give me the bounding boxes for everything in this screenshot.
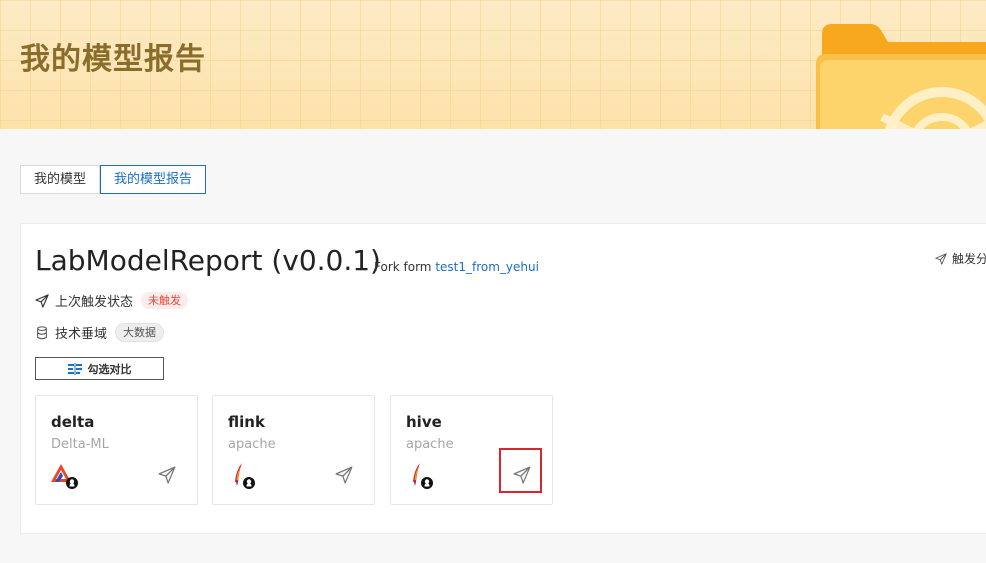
header-banner: 我的模型报告	[0, 0, 986, 129]
send-icon[interactable]	[158, 466, 176, 484]
last-trigger-row: 上次触发状态 未触发	[35, 291, 189, 310]
fork-prefix: Fork form	[374, 260, 432, 274]
send-icon[interactable]	[335, 466, 353, 484]
compare-button[interactable]: 勾选对比	[35, 357, 164, 380]
delta-github-logo-icon	[51, 464, 78, 489]
highlight-box	[499, 448, 542, 493]
trigger-label: 触发分	[952, 252, 986, 266]
card-name: hive	[406, 413, 442, 431]
compare-icon	[67, 362, 82, 375]
send-icon	[35, 293, 49, 308]
model-card-delta[interactable]: delta Delta-ML	[35, 395, 198, 505]
send-icon	[935, 252, 947, 265]
card-name: flink	[228, 413, 265, 431]
card-name: delta	[51, 413, 95, 431]
page-title: 我的模型报告	[20, 42, 206, 77]
model-card-flink[interactable]: flink apache	[212, 395, 375, 505]
database-icon	[35, 325, 49, 340]
fork-source-link[interactable]: test1_from_yehui	[435, 260, 539, 274]
trigger-button[interactable]: 触发分	[935, 250, 986, 267]
apache-github-logo-icon	[413, 463, 433, 489]
report-panel: LabModelReport (v0.0.1) Fork form test1_…	[20, 223, 986, 534]
compare-label: 勾选对比	[87, 362, 132, 376]
domain-row: 技术垂域 大数据	[35, 323, 165, 342]
report-title: LabModelReport (v0.0.1)	[35, 244, 381, 277]
report-tabs: 我的模型 我的模型报告	[20, 165, 207, 194]
card-subtitle: apache	[228, 437, 276, 452]
folder-illustration-icon	[816, 24, 986, 129]
domain-label: 技术垂域	[55, 327, 108, 342]
domain-badge: 大数据	[115, 323, 165, 342]
card-subtitle: apache	[406, 437, 454, 452]
fork-info: Fork form test1_from_yehui	[374, 260, 539, 274]
tab-my-models[interactable]: 我的模型	[20, 165, 101, 194]
tab-my-model-reports[interactable]: 我的模型报告	[100, 165, 207, 194]
model-card-hive[interactable]: hive apache	[390, 395, 553, 505]
card-subtitle: Delta-ML	[51, 437, 109, 452]
last-trigger-label: 上次触发状态	[55, 295, 134, 310]
apache-github-logo-icon	[235, 463, 255, 489]
status-badge: 未触发	[141, 292, 189, 309]
